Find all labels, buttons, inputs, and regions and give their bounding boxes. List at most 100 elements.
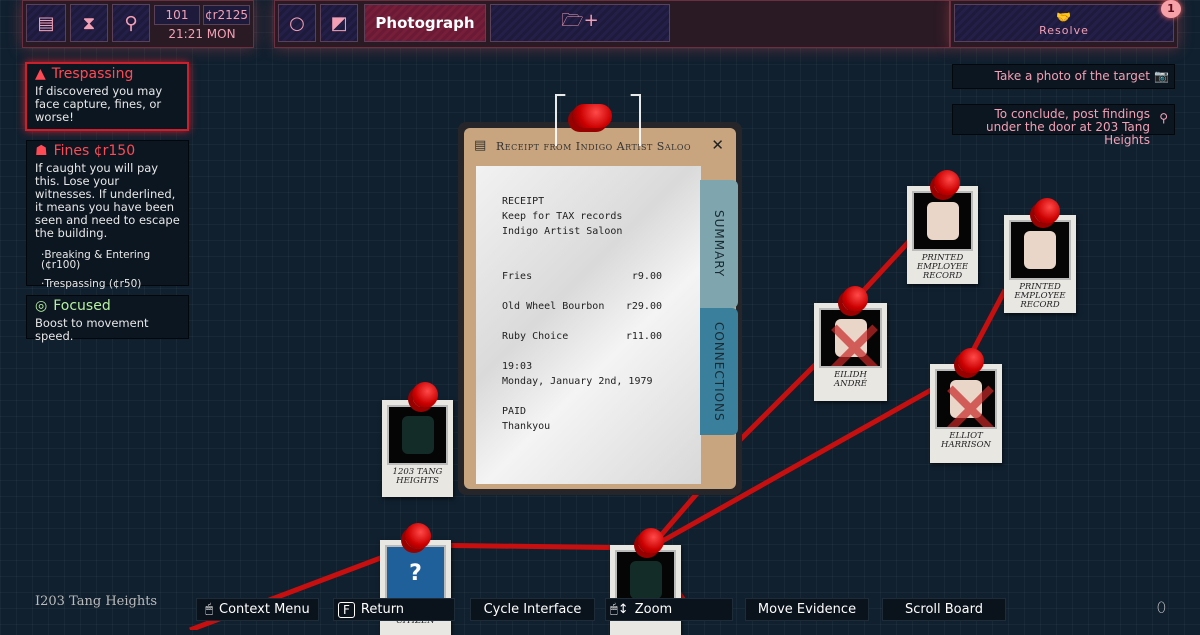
photo-caption: 1203 Tang Heights	[392, 467, 443, 486]
photo-caption: Printed Employee Record	[1014, 282, 1066, 310]
pushpin-icon	[842, 286, 868, 312]
tab-connections[interactable]: Connections	[700, 308, 738, 435]
hint-label: Move Evidence	[757, 602, 857, 617]
hint-label: Scroll Board	[905, 602, 983, 617]
dna-button[interactable]: ⧗	[70, 4, 108, 42]
location-pin-icon: ⚲	[124, 12, 138, 34]
key-icon: F	[338, 601, 355, 618]
counter-value: 101	[165, 8, 189, 22]
notes-button[interactable]: ▤	[26, 4, 66, 42]
cross-out-mark: ✕	[937, 371, 995, 427]
status-title: Focused	[53, 298, 111, 314]
mouse-scroll-icon: 🖱↕	[610, 602, 629, 617]
mouse-icon: 🖱	[205, 602, 214, 617]
evidence-photo-elliot-harrison[interactable]: ✕ Elliot Harrison	[930, 364, 1002, 463]
sticky-note-icon: ◩	[330, 12, 348, 34]
notepad-icon: ▤	[37, 12, 55, 34]
photograph-button[interactable]: Photograph	[364, 4, 486, 42]
receipt-item: Ruby Choice r11.00	[502, 329, 662, 344]
objective-conclude: To conclude, post findings under the doo…	[952, 104, 1175, 147]
receipt-line: RECEIPT	[502, 196, 545, 207]
hint-scroll-board: Scroll Board	[882, 598, 1006, 621]
map-pin-icon: ⚲	[1159, 111, 1168, 125]
circle-button[interactable]: ○	[278, 4, 316, 42]
status-trespassing: ▲ Trespassing If discovered you may face …	[25, 62, 189, 131]
location-button[interactable]: ⚲	[112, 4, 150, 42]
credits-value: ¢r2125	[204, 8, 249, 22]
evidence-photo-employee-record[interactable]: Printed Employee Record	[1004, 215, 1076, 313]
item-name: Fries	[502, 271, 533, 282]
hint-move-evidence: Move Evidence	[745, 598, 869, 621]
resolve-badge: 1	[1161, 0, 1181, 18]
status-fines: ☗ Fines ¢r150 If caught you will pay this…	[26, 140, 189, 290]
dna-icon: ⧗	[82, 12, 96, 34]
item-price: r11.00	[625, 331, 662, 342]
handshake-icon: 🤝	[1056, 9, 1072, 24]
evidence-detail-panel: ▤ Receipt from Indigo Artist Saloo ✕ REC…	[458, 122, 742, 495]
coins-icon: ☗	[35, 143, 48, 159]
receipt-time: 19:03	[502, 361, 533, 372]
receipt-paid: PAID	[502, 406, 527, 417]
status-body: If caught you will pay this. Lose your w…	[35, 161, 180, 240]
cross-out-mark: ✕	[821, 308, 882, 368]
evidence-photo-employee-record[interactable]: Printed Employee Record	[907, 186, 978, 284]
hint-zoom: 🖱↕ Zoom	[605, 598, 733, 621]
photo-caption: Elliot Harrison	[941, 431, 991, 450]
sticky-note-button[interactable]: ◩	[320, 4, 358, 42]
folder-plus-icon: 🗁+	[561, 10, 599, 31]
footprint-icon: ⬯	[1157, 600, 1166, 616]
unknown-silhouette-icon: ?	[409, 561, 422, 586]
pushpin-icon	[1034, 198, 1060, 224]
evidence-photo-tang-heights[interactable]: 1203 Tang Heights	[382, 400, 453, 497]
receipt-line: Indigo Artist Saloon	[502, 226, 623, 237]
document-icon: ▤	[474, 138, 487, 153]
tab-summary[interactable]: Summary	[700, 180, 738, 308]
fine-item: ·Breaking & Entering (¢r100)	[41, 249, 151, 271]
hint-label: Zoom	[634, 602, 673, 617]
hint-return: F Return	[333, 598, 455, 621]
drag-pushpin-icon[interactable]	[572, 104, 612, 128]
new-folder-button[interactable]: 🗁+	[490, 4, 670, 42]
receipt-date: Monday, January 2nd, 1979	[502, 376, 653, 387]
focus-ring-icon: ◎	[35, 298, 48, 314]
receipt-thanks: Thankyou	[502, 421, 551, 432]
item-price: r29.00	[625, 301, 662, 312]
hint-label: Context Menu	[219, 602, 310, 617]
resolve-button[interactable]: 🤝 Resolve	[954, 4, 1174, 42]
status-body: If discovered you may face capture, fine…	[35, 84, 163, 124]
hint-context-menu: 🖱 Context Menu	[196, 598, 319, 621]
close-button[interactable]: ✕	[711, 136, 724, 154]
status-focused: ◎ Focused Boost to movement speed.	[26, 295, 189, 343]
photo-caption: Eilidh André	[834, 370, 867, 389]
panel-title: Receipt from Indigo Artist Saloo	[496, 140, 692, 153]
hint-label: Return	[360, 602, 405, 617]
status-title: Trespassing	[51, 66, 134, 82]
hint-cycle-interface: Cycle Interface	[470, 598, 595, 621]
pushpin-icon	[638, 528, 664, 554]
receipt-paper: RECEIPT Keep for TAX records Indigo Arti…	[476, 166, 701, 484]
pushpin-icon	[934, 170, 960, 196]
objective-photo: Take a photo of the target 📷	[952, 64, 1175, 89]
evidence-photo-sync[interactable]: Sync &	[610, 545, 681, 635]
receipt-line: Keep for TAX records	[502, 211, 623, 222]
pushpin-icon	[405, 523, 431, 549]
receipt-item: Fries r9.00	[502, 269, 662, 284]
item-name: Ruby Choice	[502, 331, 569, 342]
current-location: I203 Tang Heights	[35, 594, 158, 609]
status-body: Boost to movement speed.	[35, 316, 149, 343]
status-title: Fines ¢r150	[53, 143, 136, 159]
resolve-label: Resolve	[1039, 23, 1089, 37]
circle-icon: ○	[289, 12, 305, 34]
objective-text: Take a photo of the target	[994, 69, 1150, 83]
game-clock: 21:21 MON	[168, 27, 236, 41]
warning-icon: ▲	[35, 66, 46, 82]
item-price: r9.00	[631, 271, 662, 282]
credits-badge: ¢r2125	[203, 5, 250, 25]
photo-caption: Printed Employee Record	[916, 253, 969, 281]
camera-icon: 📷	[1154, 69, 1169, 83]
pushpin-icon	[412, 382, 438, 408]
evidence-photo-eilidh-andre[interactable]: ✕ Eilidh André	[814, 303, 887, 401]
counter-badge: 101	[154, 5, 200, 25]
receipt-item: Old Wheel Bourbon r29.00	[502, 299, 662, 314]
fine-item: ·Trespassing (¢r50)	[41, 278, 142, 290]
